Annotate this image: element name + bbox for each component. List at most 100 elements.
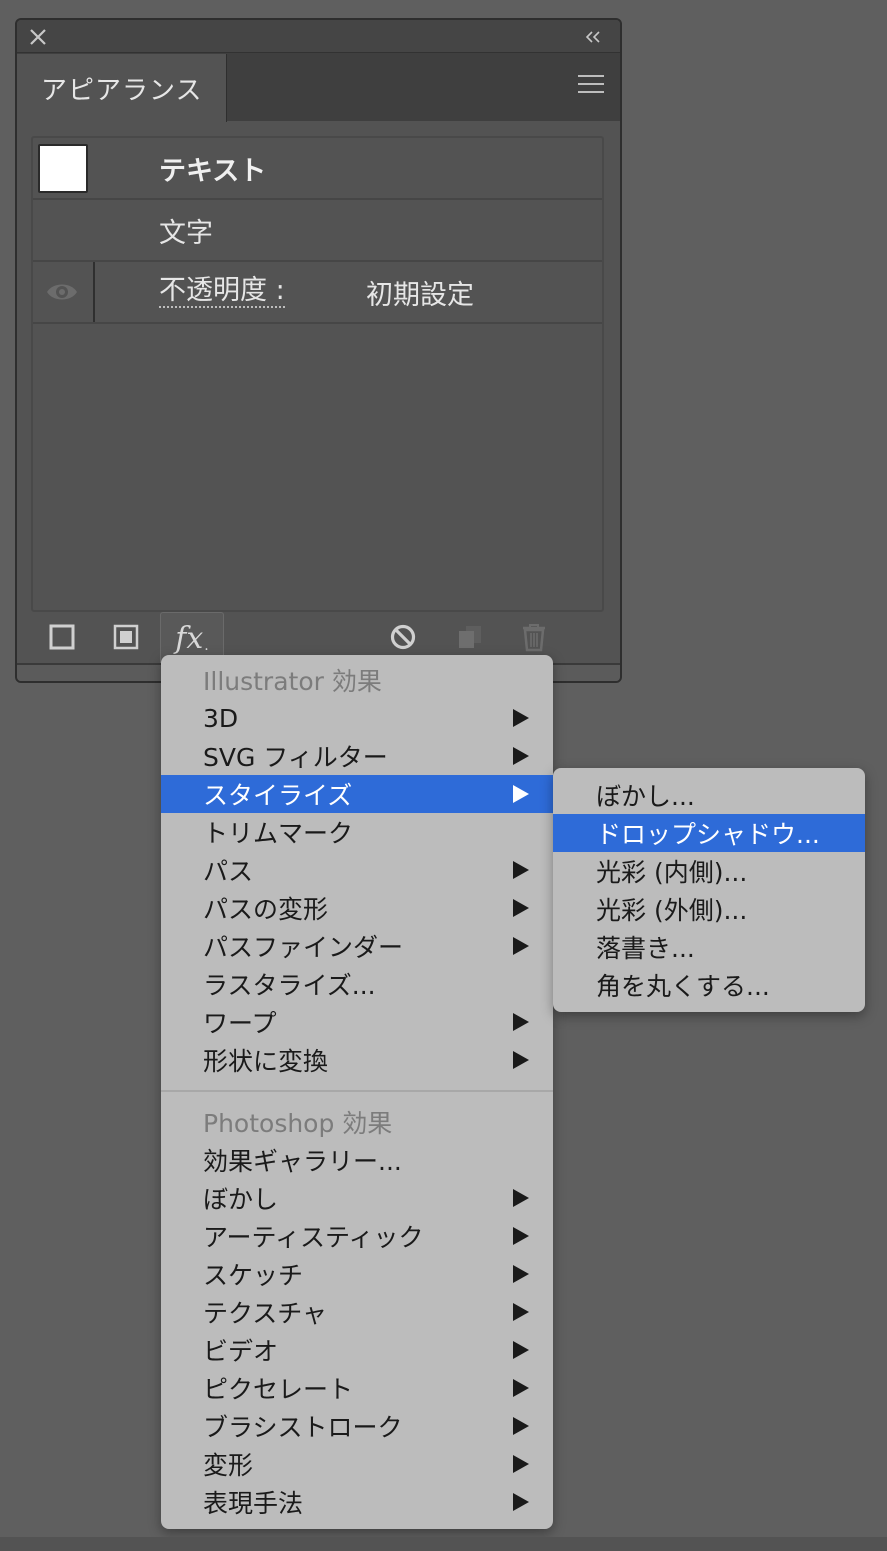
menu-item-label: ワープ <box>203 1009 277 1038</box>
clear-appearance-icon[interactable] <box>386 620 420 654</box>
menu-item-label: アーティスティック <box>203 1223 424 1252</box>
menu-item[interactable]: 効果ギャラリー... <box>161 1141 553 1179</box>
menu-separator <box>161 1090 553 1092</box>
character-label: 文字 <box>159 217 213 249</box>
eye-icon[interactable] <box>45 279 79 305</box>
submenu-arrow-icon <box>513 1417 529 1435</box>
menu-item-label: ぼかし... <box>596 782 695 811</box>
menu-item[interactable]: パス <box>161 851 553 889</box>
panel-tabbar: アピアランス <box>17 53 620 122</box>
menu-item-label: 形状に変換 <box>203 1047 329 1076</box>
illustrator-effects-header: Illustrator 効果 <box>203 667 382 696</box>
menu-item[interactable]: スケッチ <box>161 1255 553 1293</box>
menu-item-label: パスファインダー <box>203 933 404 962</box>
menu-item[interactable]: トリムマーク <box>161 813 553 851</box>
menu-item[interactable]: パスファインダー <box>161 927 553 965</box>
submenu-arrow-icon <box>513 1265 529 1283</box>
submenu-arrow-icon <box>513 1455 529 1473</box>
menu-item[interactable]: ビデオ <box>161 1331 553 1369</box>
photoshop-effects-list: 効果ギャラリー... ぼかしアーティスティック スケッチテクスチャビデオピクセレート… <box>161 1141 553 1521</box>
menu-item[interactable]: ドロップシャドウ... <box>553 814 865 852</box>
submenu-arrow-icon <box>513 899 529 917</box>
menu-item-label: トリムマーク <box>203 819 354 848</box>
menu-item-label: パス <box>203 857 254 886</box>
menu-item-label: 変形 <box>203 1451 254 1480</box>
menu-item-label: ラスタライズ... <box>203 971 376 1000</box>
menu-item-label: ドロップシャドウ... <box>596 820 820 849</box>
submenu-arrow-icon <box>513 1189 529 1207</box>
menu-item[interactable]: アーティスティック <box>161 1217 553 1255</box>
hamburger-menu-icon[interactable] <box>578 75 606 99</box>
menu-item[interactable]: 光彩 (外側)... <box>553 890 865 928</box>
menu-item-label: 光彩 (外側)... <box>596 896 748 925</box>
menu-item-label: 光彩 (内側)... <box>596 858 748 887</box>
opacity-link[interactable]: 不透明度 : <box>159 262 285 322</box>
menu-item-label: 落書き... <box>596 934 695 963</box>
menu-item-label: ビデオ <box>203 1337 279 1366</box>
appearance-list: テキスト 文字 不透明度 : 初期設定 <box>31 136 604 612</box>
close-icon[interactable] <box>25 24 51 50</box>
tab-appearance[interactable]: アピアランス <box>17 54 227 122</box>
menu-item[interactable]: スタイライズ <box>161 775 553 813</box>
duplicate-item-icon <box>453 620 487 654</box>
menu-item-label: 3D <box>203 703 239 733</box>
menu-item[interactable]: ワープ <box>161 1003 553 1041</box>
effects-menu: Illustrator 効果 3D SVG フィルター スタイライズ トリムマーク パス… <box>161 655 553 1529</box>
menu-item[interactable]: 変形 <box>161 1445 553 1483</box>
row-divider <box>93 262 95 322</box>
menu-item-label: パスの変形 <box>203 895 329 924</box>
submenu-arrow-icon <box>513 1303 529 1321</box>
stylize-submenu: ぼかし... ドロップシャドウ... 光彩 (内側)... 光彩 (外側)... 落書き… <box>553 768 865 1012</box>
panel-titlebar <box>17 20 620 53</box>
menu-item[interactable]: 光彩 (内側)... <box>553 852 865 890</box>
submenu-arrow-icon <box>513 709 529 727</box>
menu-item[interactable]: ぼかし... <box>553 776 865 814</box>
workspace-bottom-bar <box>0 1537 887 1551</box>
menu-item[interactable]: 形状に変換 <box>161 1041 553 1079</box>
photoshop-effects-header: Photoshop 効果 <box>203 1109 393 1138</box>
stylize-submenu-list: ぼかし... ドロップシャドウ... 光彩 (内側)... 光彩 (外側)... 落書き… <box>553 776 865 1004</box>
text-thumbnail <box>38 144 88 193</box>
menu-item-label: スケッチ <box>203 1261 304 1290</box>
submenu-arrow-icon <box>513 861 529 879</box>
submenu-arrow-icon <box>513 747 529 765</box>
menu-item-label: 効果ギャラリー... <box>203 1147 402 1176</box>
add-new-stroke-icon[interactable] <box>45 620 79 654</box>
menu-item[interactable]: ブラシストローク <box>161 1407 553 1445</box>
menu-item[interactable]: ぼかし <box>161 1179 553 1217</box>
tab-label: アピアランス <box>41 75 203 106</box>
menu-item-label: 表現手法 <box>203 1489 304 1518</box>
opacity-label: 不透明度 : <box>159 275 285 309</box>
submenu-arrow-icon <box>513 1493 529 1511</box>
menu-item[interactable]: テクスチャ <box>161 1293 553 1331</box>
menu-item-label: 角を丸くする... <box>596 972 770 1001</box>
fx-label: fx <box>175 621 204 656</box>
opacity-value: 初期設定 <box>366 279 474 311</box>
menu-item[interactable]: SVG フィルター <box>161 737 553 775</box>
menu-item-label: SVG フィルター <box>203 743 388 772</box>
row-opacity[interactable]: 不透明度 : 初期設定 <box>33 262 602 324</box>
submenu-arrow-icon <box>513 1379 529 1397</box>
menu-item[interactable]: ピクセレート <box>161 1369 553 1407</box>
appearance-panel: アピアランス テキスト 文字 不透明度 : 初期設定 fx . <box>15 18 622 683</box>
trash-icon <box>517 620 551 654</box>
add-new-fill-icon[interactable] <box>109 620 143 654</box>
menu-item[interactable]: 表現手法 <box>161 1483 553 1521</box>
row-character[interactable]: 文字 <box>33 200 602 262</box>
row-object-type[interactable]: テキスト <box>33 138 602 200</box>
submenu-arrow-icon <box>513 1341 529 1359</box>
fx-dropdown-indicator: . <box>204 637 209 654</box>
menu-item[interactable]: 3D <box>161 699 553 737</box>
menu-item-label: ピクセレート <box>203 1375 354 1404</box>
menu-item[interactable]: 角を丸くする... <box>553 966 865 1004</box>
menu-item-label: ぼかし <box>203 1185 279 1214</box>
submenu-arrow-icon <box>513 937 529 955</box>
menu-item[interactable]: パスの変形 <box>161 889 553 927</box>
menu-item[interactable]: 落書き... <box>553 928 865 966</box>
submenu-arrow-icon <box>513 1227 529 1245</box>
menu-item[interactable]: ラスタライズ... <box>161 965 553 1003</box>
menu-item-label: テクスチャ <box>203 1299 328 1328</box>
menu-item-label: ブラシストローク <box>203 1413 403 1442</box>
submenu-arrow-icon <box>513 1013 529 1031</box>
double-chevron-left-icon[interactable] <box>582 26 606 48</box>
